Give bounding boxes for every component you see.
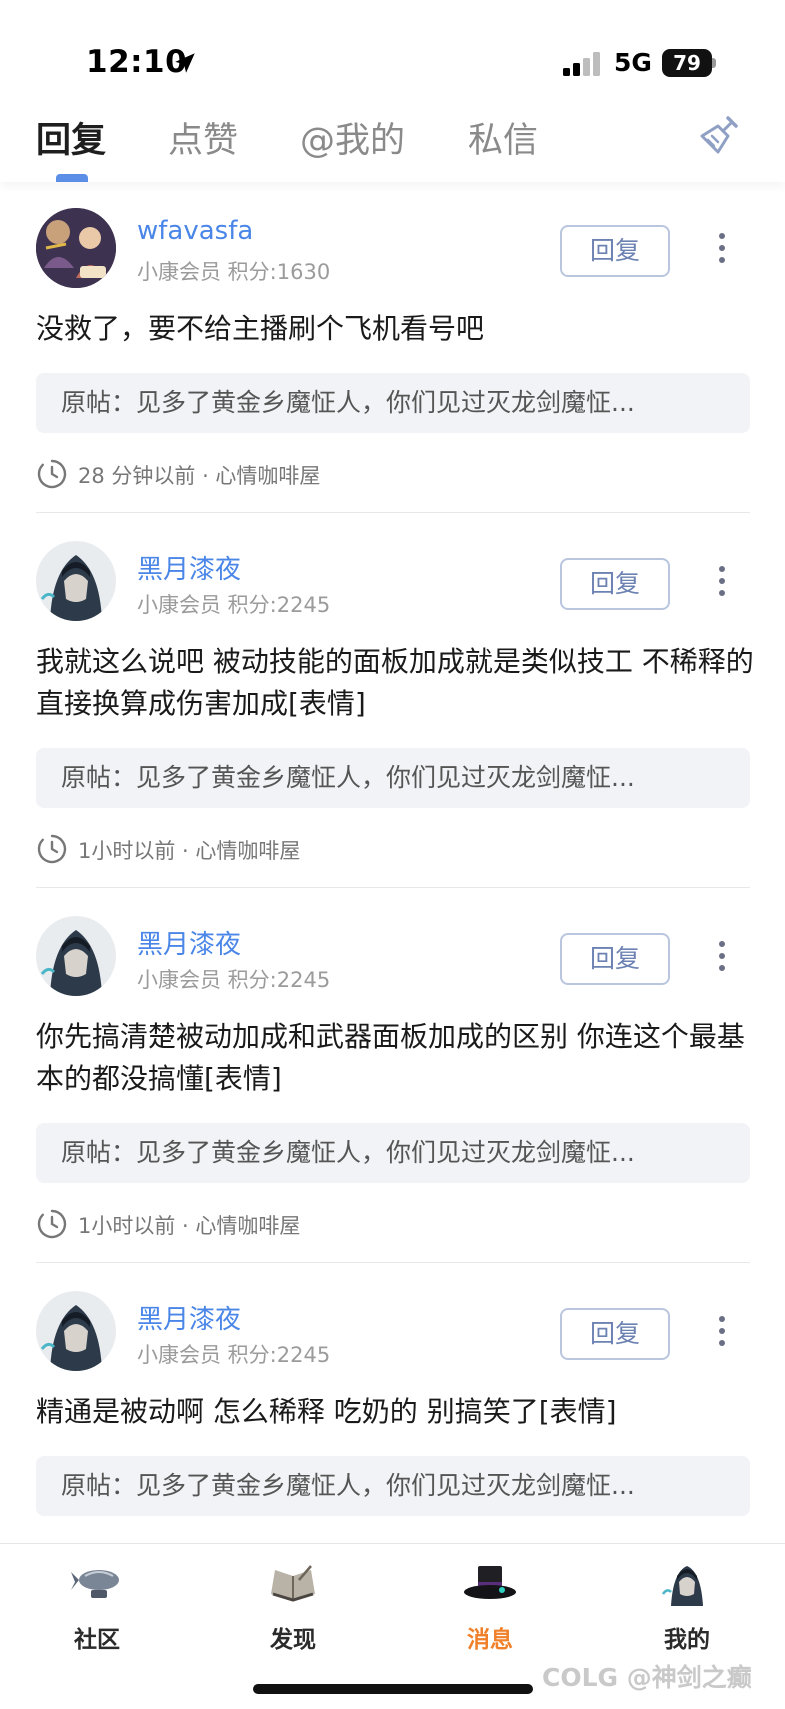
divider [36, 1262, 750, 1263]
messages-hat-icon [464, 1566, 516, 1599]
reply-button[interactable]: 回复 [560, 558, 670, 610]
username[interactable]: wfavasfa [137, 216, 253, 246]
divider [36, 887, 750, 888]
member-meta: 小康会员 积分:2245 [137, 1343, 331, 1367]
username[interactable]: 黑月漆夜 [137, 924, 241, 961]
profile-avatar-icon [661, 1566, 703, 1606]
divider [36, 512, 750, 513]
reply-content: 精通是被动啊 怎么稀释 吃奶的 别搞笑了[表情] [36, 1395, 617, 1428]
reply-content: 你先搞清楚被动加成和武器面板加成的区别 你连这个最基本的都没搞懂[表情] [36, 1020, 745, 1095]
avatar[interactable] [36, 1291, 116, 1371]
battery-icon: 79 [662, 49, 716, 77]
original-post-quote[interactable]: 原帖：见多了黄金乡魔怔人，你们见过灭龙剑魔怔... [36, 1123, 750, 1183]
nav-label: 我的 [664, 1627, 710, 1653]
reply-content: 我就这么说吧 被动技能的面板加成就是类似技工 不稀释的 直接换算成伤害加成[表情… [36, 645, 754, 720]
nav-discover[interactable]: 发现 [233, 1560, 353, 1654]
network-label: 5G [614, 48, 652, 77]
avatar-image-icon [36, 541, 116, 621]
more-options-icon[interactable] [712, 938, 732, 978]
more-options-icon[interactable] [712, 563, 732, 603]
avatar-image-icon [36, 1291, 116, 1371]
original-post-quote[interactable]: 原帖：见多了黄金乡魔怔人，你们见过灭龙剑魔怔... [36, 373, 750, 433]
nav-me[interactable]: 我的 [627, 1560, 747, 1654]
watermark: COLG @神剑之癫 [542, 1663, 752, 1692]
member-meta: 小康会员 积分:1630 [137, 260, 331, 284]
reply-button[interactable]: 回复 [560, 1308, 670, 1360]
avatar[interactable] [36, 916, 116, 996]
avatar-image-icon [36, 208, 116, 288]
nav-messages[interactable]: 消息 [430, 1560, 550, 1654]
nav-label: 消息 [467, 1627, 513, 1653]
tab-bar: 回复 点赞 @我的 私信 [0, 100, 785, 182]
tab-mentions[interactable]: @我的 [300, 112, 405, 163]
battery-level: 79 [673, 51, 701, 75]
clock-icon [37, 459, 67, 489]
reply-content: 没救了，要不给主播刷个飞机看号吧 [36, 312, 485, 345]
status-bar: 12:10 5G 79 [0, 0, 785, 100]
original-post-quote[interactable]: 原帖：见多了黄金乡魔怔人，你们见过灭龙剑魔怔... [36, 1456, 750, 1516]
nav-label: 发现 [270, 1627, 316, 1653]
clock-icon [37, 834, 67, 864]
active-tab-indicator [56, 174, 88, 182]
nav-community[interactable]: 社区 [37, 1560, 157, 1654]
username[interactable]: 黑月漆夜 [137, 549, 241, 586]
username[interactable]: 黑月漆夜 [137, 1299, 241, 1336]
member-meta: 小康会员 积分:2245 [137, 968, 331, 992]
avatar[interactable] [36, 208, 116, 288]
tab-likes[interactable]: 点赞 [168, 112, 238, 163]
avatar-image-icon [36, 916, 116, 996]
nav-label: 社区 [74, 1627, 120, 1653]
post-time: 1小时以前 · 心情咖啡屋 [78, 1214, 301, 1238]
post-time: 1小时以前 · 心情咖啡屋 [78, 839, 301, 863]
location-arrow-icon [175, 53, 195, 73]
discover-book-icon [271, 1565, 315, 1602]
reply-button[interactable]: 回复 [560, 933, 670, 985]
tab-private-messages[interactable]: 私信 [468, 112, 538, 163]
community-airship-icon [71, 1570, 119, 1598]
more-options-icon[interactable] [712, 230, 732, 270]
home-indicator [253, 1684, 533, 1694]
tab-replies[interactable]: 回复 [36, 112, 106, 163]
original-post-quote[interactable]: 原帖：见多了黄金乡魔怔人，你们见过灭龙剑魔怔... [36, 748, 750, 808]
post-time: 28 分钟以前 · 心情咖啡屋 [78, 464, 321, 488]
clock-icon [37, 1209, 67, 1239]
more-options-icon[interactable] [712, 1313, 732, 1353]
avatar[interactable] [36, 541, 116, 621]
member-meta: 小康会员 积分:2245 [137, 593, 331, 617]
reply-button[interactable]: 回复 [560, 225, 670, 277]
broom-clear-icon[interactable] [696, 112, 742, 158]
signal-icon [563, 52, 600, 76]
